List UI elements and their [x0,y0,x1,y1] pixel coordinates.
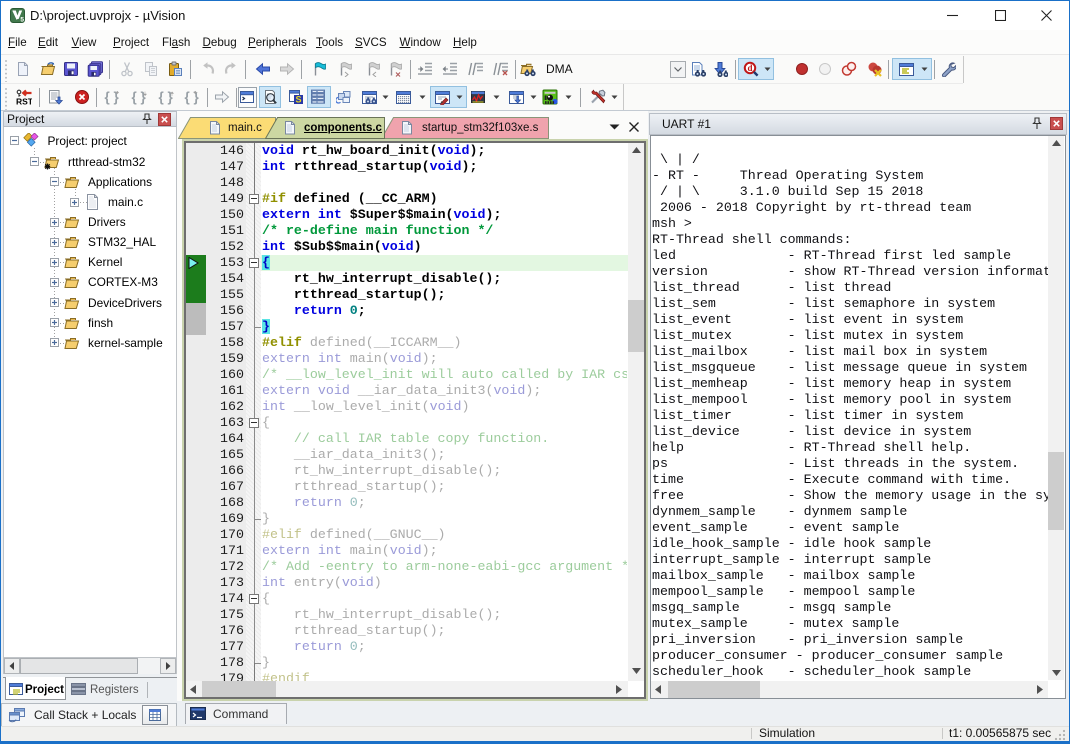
svg-text:{ }: { } [132,90,147,105]
svg-text:RST: RST [16,97,32,106]
svg-text:d: d [747,63,752,73]
svg-text:5: 5 [20,17,24,24]
svg-text:S: S [295,95,301,105]
svg-text:{ }: { } [159,90,174,105]
svg-text:{ }: { } [185,90,200,105]
